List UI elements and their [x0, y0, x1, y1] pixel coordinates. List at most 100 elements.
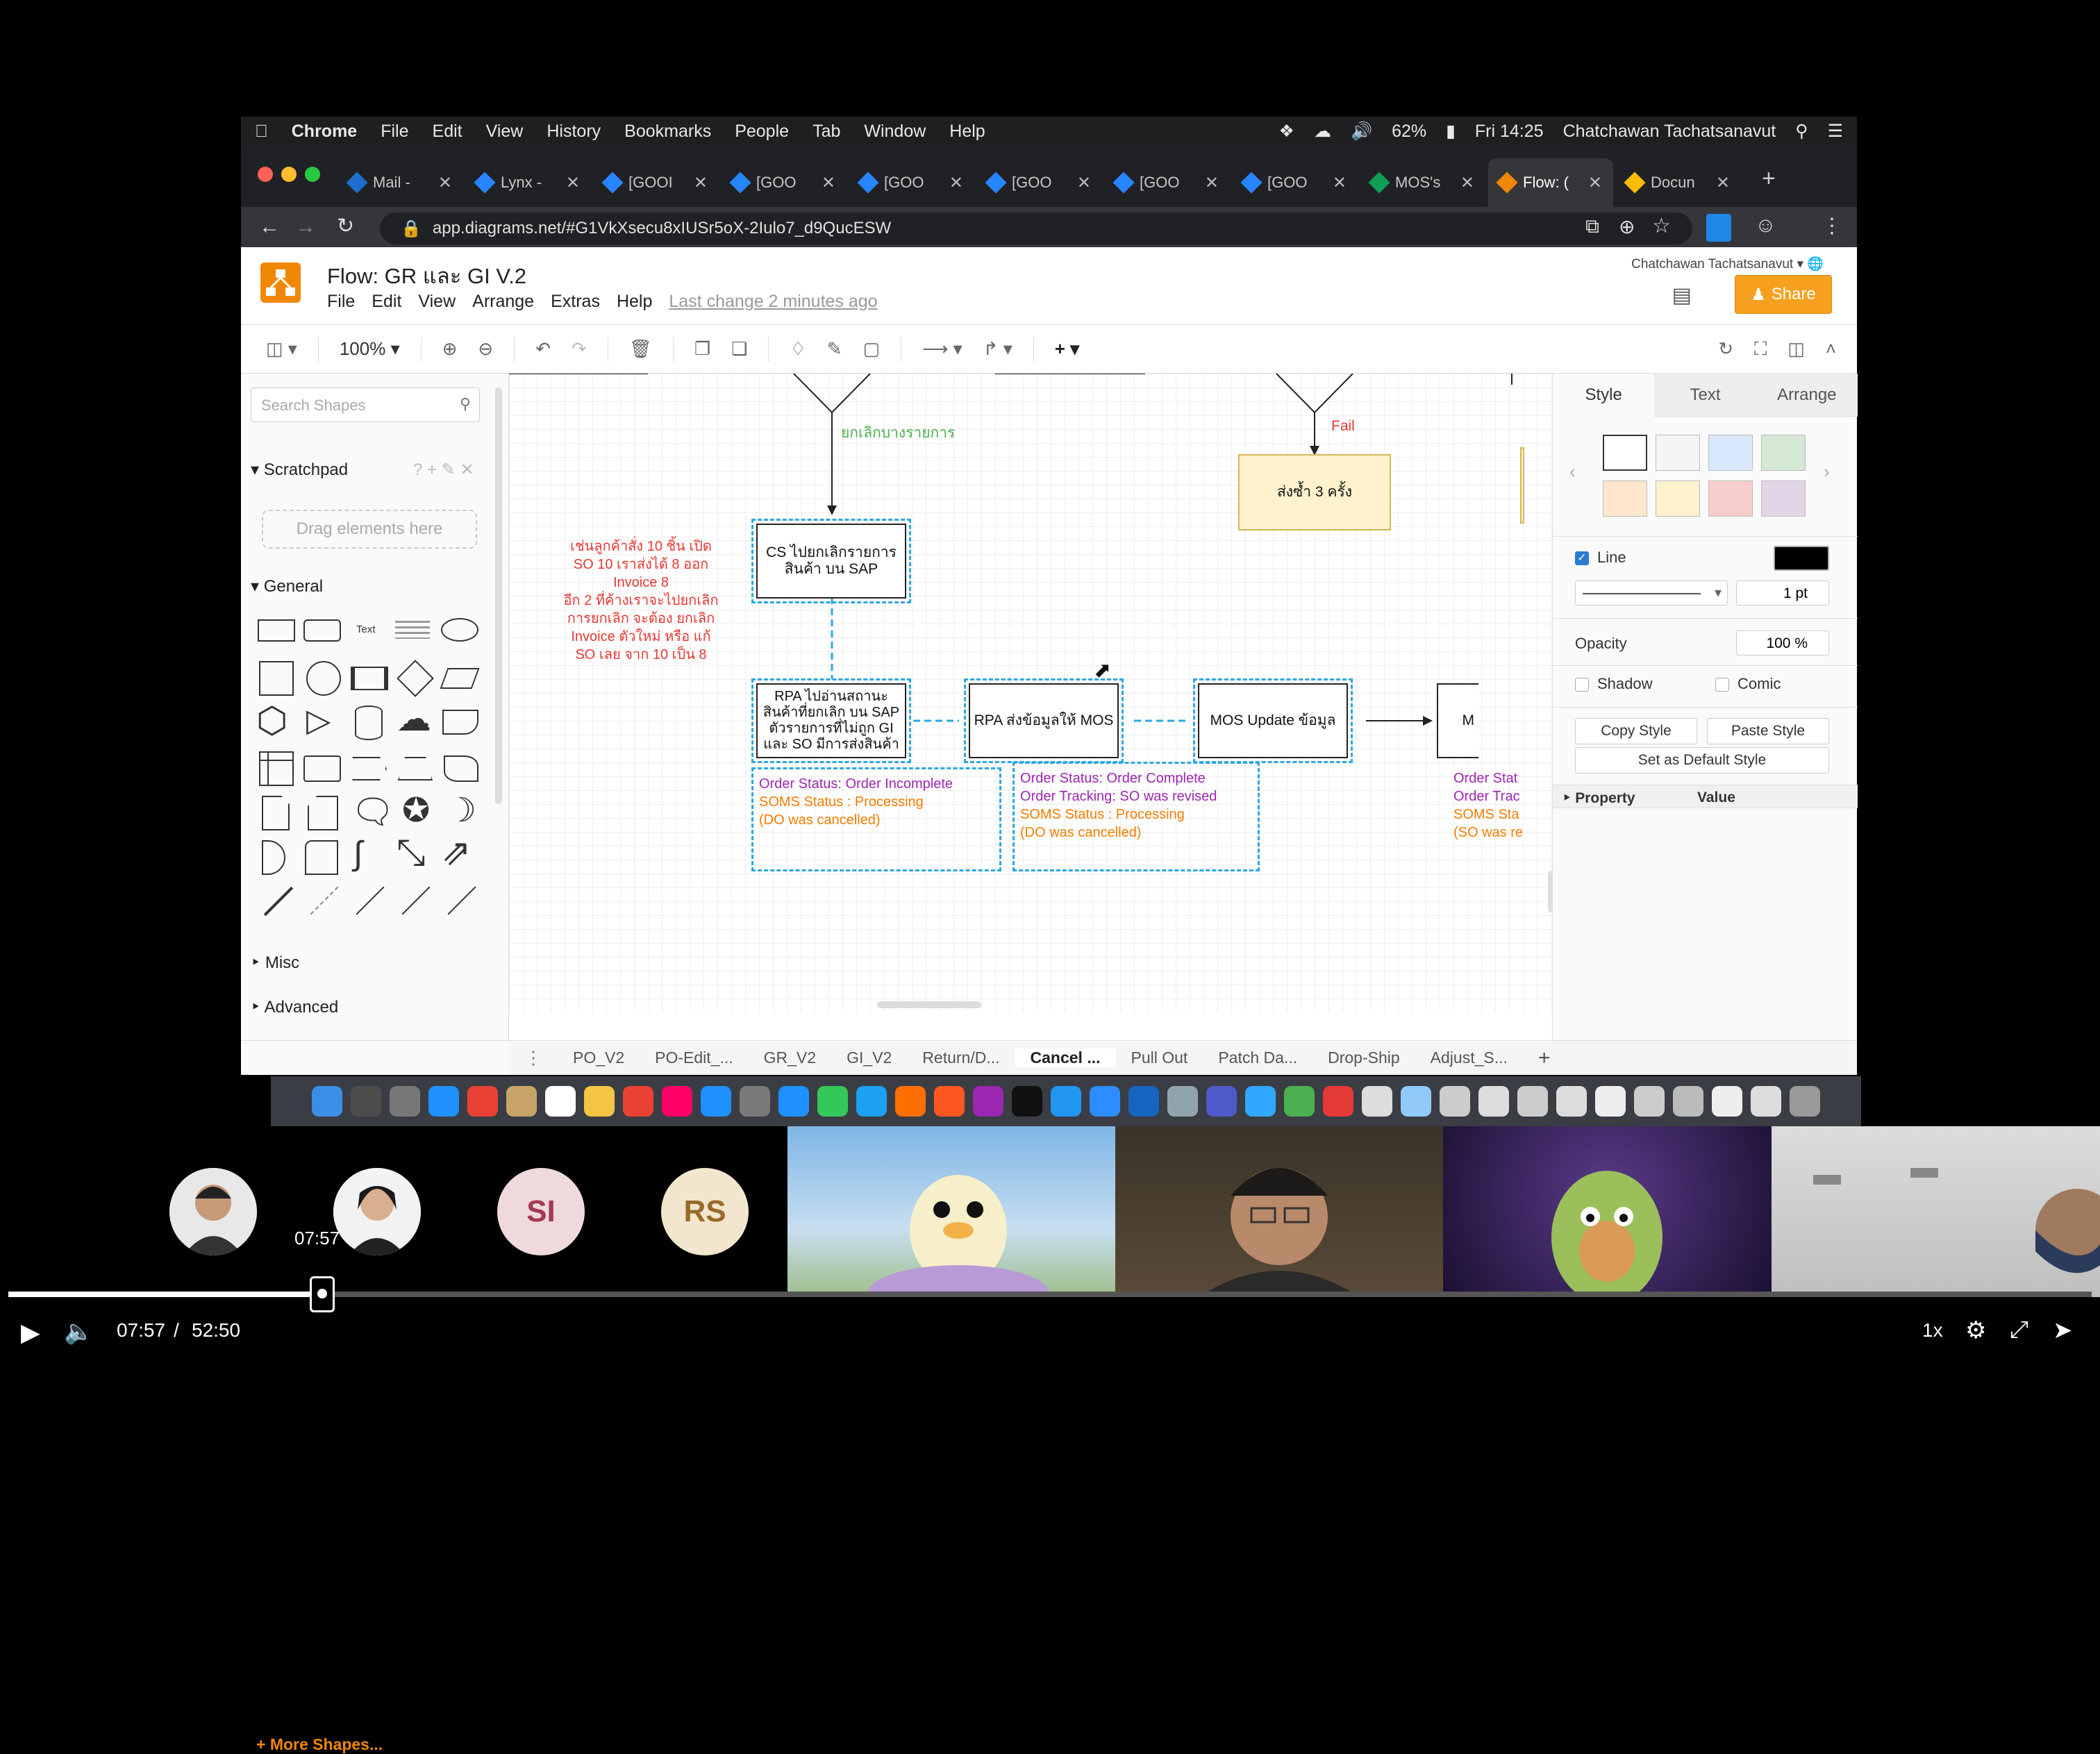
bidirectional-arrow-shape-icon[interactable]: ⤡: [397, 835, 426, 871]
page-tab[interactable]: GR_V2: [749, 1049, 831, 1067]
tab-style[interactable]: Style: [1553, 374, 1655, 417]
close-tab-icon[interactable]: ✕: [566, 173, 580, 193]
trapezoid-shape-icon[interactable]: [398, 757, 433, 780]
exit-fullscreen-icon[interactable]: ⤢: [2010, 1317, 2028, 1344]
participant-video-3[interactable]: [1443, 1126, 1772, 1297]
color-swatch[interactable]: [1603, 435, 1647, 471]
copy-style-button[interactable]: Copy Style: [1575, 718, 1697, 744]
close-tab-icon[interactable]: ✕: [694, 173, 708, 193]
window-minimize-icon[interactable]: [281, 167, 297, 182]
line-color-icon[interactable]: ✎: [827, 338, 842, 360]
zoom-out-icon[interactable]: ⊖: [478, 338, 493, 360]
dock-app-icon[interactable]: [701, 1086, 731, 1117]
menu-view[interactable]: View: [418, 292, 456, 312]
advanced-header[interactable]: ‣ Advanced: [251, 997, 338, 1017]
edge-label-partial-cancel[interactable]: ยกเลิกบางรายการ: [841, 424, 955, 442]
to-back-icon[interactable]: ❏: [731, 338, 747, 360]
dock-app-icon[interactable]: [895, 1086, 926, 1117]
dock-app-icon[interactable]: [1051, 1086, 1081, 1117]
swatch-next-icon[interactable]: ›: [1824, 461, 1830, 483]
app-user-name[interactable]: Chatchawan Tachatsanavut ▾ 🌐: [1631, 256, 1824, 272]
redo-icon[interactable]: ↷: [572, 338, 587, 360]
close-tab-icon[interactable]: ✕: [822, 173, 835, 193]
dock-app-icon[interactable]: [1323, 1086, 1353, 1117]
page-tab[interactable]: Cancel ...: [1015, 1049, 1116, 1067]
status-note-1[interactable]: Order Status: Order Incomplete SOMS Stat…: [751, 767, 1001, 871]
directional-connector-shape-icon[interactable]: [447, 886, 476, 915]
browser-tab[interactable]: [GOO ✕: [977, 158, 1102, 207]
circle-shape-icon[interactable]: [306, 661, 341, 696]
card-shape-icon[interactable]: [308, 796, 338, 830]
close-tab-icon[interactable]: ✕: [1460, 173, 1474, 193]
dock-app-icon[interactable]: [506, 1086, 537, 1117]
dock-app-icon[interactable]: [623, 1086, 653, 1117]
line-pattern-select[interactable]: ▾: [1575, 581, 1728, 605]
dock-app-icon[interactable]: [1284, 1086, 1315, 1117]
color-swatch[interactable]: [1761, 435, 1806, 471]
waypoints-icon[interactable]: ↱ ▾: [983, 338, 1012, 360]
profile-icon[interactable]: ☺: [1755, 214, 1776, 237]
menubar-app-name[interactable]: Chrome: [292, 122, 357, 142]
fill-color-icon[interactable]: ♢: [790, 338, 806, 360]
menubar-help[interactable]: Help: [949, 122, 985, 142]
menubar-edit[interactable]: Edit: [433, 122, 462, 142]
document-shape-icon[interactable]: [442, 710, 478, 735]
share-icon[interactable]: ➤: [2053, 1317, 2073, 1344]
rpa-read-status-box[interactable]: RPA ไปอ่านสถานะ สินค้าที่ยกเลิก บน SAP ต…: [751, 678, 911, 763]
dock-app-icon[interactable]: [973, 1086, 1003, 1117]
arrow-shape-icon[interactable]: ⇗: [441, 835, 472, 871]
dock-app-icon[interactable]: [1673, 1086, 1703, 1117]
volume-icon[interactable]: 🔈: [64, 1318, 93, 1346]
partial-box-right[interactable]: [1520, 447, 1524, 524]
shadow-checkbox[interactable]: [1575, 678, 1589, 692]
menubar-history[interactable]: History: [547, 122, 601, 142]
step-shape-icon[interactable]: [352, 757, 387, 780]
general-header[interactable]: ▾ General: [251, 576, 323, 596]
color-swatch[interactable]: [1708, 481, 1753, 517]
participant-photo-2[interactable]: [333, 1168, 421, 1255]
dock-app-icon[interactable]: [1245, 1086, 1276, 1117]
more-shapes-button[interactable]: + More Shapes...: [256, 1735, 383, 1754]
line-checkbox[interactable]: ✓: [1575, 551, 1589, 565]
comments-icon[interactable]: ▤: [1672, 283, 1692, 308]
delay-shape-icon[interactable]: [262, 840, 285, 875]
dock-app-icon[interactable]: [934, 1086, 965, 1117]
menu-extras[interactable]: Extras: [551, 292, 600, 312]
dock-app-icon[interactable]: [1401, 1086, 1431, 1117]
text-shape-icon[interactable]: Text: [356, 624, 376, 635]
color-swatch[interactable]: [1708, 435, 1753, 471]
cloud-shape-icon[interactable]: ☁: [397, 701, 431, 736]
cs-cancel-sap-box[interactable]: CS ไปยกเลิกรายการ สินค้า บน SAP: [751, 519, 911, 603]
actor-shape-icon[interactable]: ✪: [402, 794, 430, 828]
menubar-bookmarks[interactable]: Bookmarks: [624, 122, 711, 142]
menubar-tab[interactable]: Tab: [812, 122, 840, 142]
sidebar-scrollbar[interactable]: [495, 387, 502, 804]
page-tab[interactable]: Pull Out: [1116, 1049, 1203, 1067]
participant-avatar-rs[interactable]: RS: [661, 1168, 749, 1255]
dock-app-icon[interactable]: [1128, 1086, 1159, 1117]
settings-gear-icon[interactable]: ⚙: [1965, 1317, 1986, 1344]
dock-app-icon[interactable]: [1634, 1086, 1665, 1117]
scratchpad-dropzone[interactable]: Drag elements here: [262, 510, 477, 549]
battery-icon[interactable]: ▮: [1446, 121, 1456, 142]
line-color-swatch[interactable]: [1774, 546, 1829, 571]
page-tab[interactable]: PO-Edit_...: [640, 1049, 748, 1067]
rpa-send-to-mos-box[interactable]: RPA ส่งข้อมูลให้ MOS: [964, 678, 1124, 763]
wifi-icon[interactable]: ☁: [1314, 121, 1331, 142]
browser-tab[interactable]: Lynx - ✕: [466, 158, 591, 207]
square-shape-icon[interactable]: [259, 661, 294, 696]
apple-icon[interactable]: : [255, 122, 268, 142]
rectangle-shape-icon[interactable]: [258, 619, 295, 642]
browser-tab[interactable]: Flow: (✕: [1488, 158, 1613, 207]
fullscreen-icon[interactable]: ⛶: [1754, 338, 1767, 360]
menubar-file[interactable]: File: [381, 122, 408, 142]
search-icon[interactable]: ⚲: [460, 395, 471, 413]
paste-style-button[interactable]: Paste Style: [1707, 718, 1829, 744]
window-close-icon[interactable]: [258, 167, 273, 182]
curve-shape-icon[interactable]: ∫: [353, 837, 362, 871]
thick-line-shape-icon[interactable]: [263, 886, 294, 917]
participant-video-1[interactable]: [788, 1126, 1115, 1297]
dock-app-icon[interactable]: [1556, 1086, 1587, 1117]
page-tab[interactable]: Drop-Ship: [1312, 1049, 1415, 1067]
close-tab-icon[interactable]: ✕: [1333, 173, 1347, 193]
